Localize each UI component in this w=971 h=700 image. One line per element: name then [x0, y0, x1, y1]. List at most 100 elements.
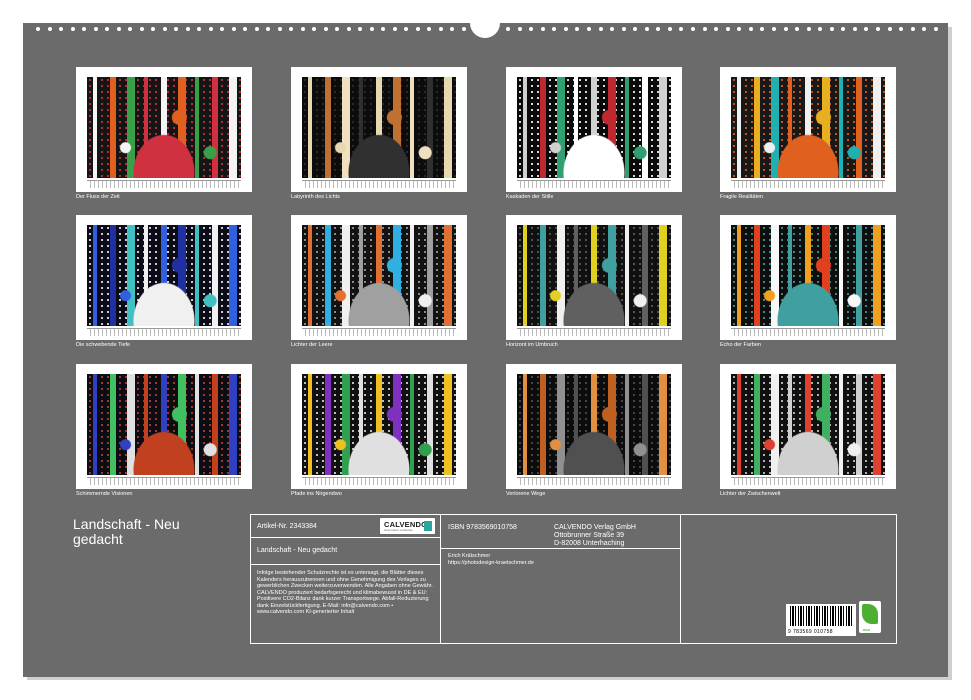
month-calendar-strip: [302, 180, 456, 188]
month-caption: Die schwebende Tiefe: [76, 342, 131, 348]
binding-hole: [116, 27, 121, 31]
month-artwork: [302, 225, 456, 326]
month-artwork: [87, 77, 241, 178]
binding-hole: [197, 27, 201, 31]
binding-hole: [300, 27, 305, 31]
binding-hole: [852, 27, 857, 31]
binding-hole: [404, 27, 408, 31]
binding-hole: [59, 27, 63, 31]
binding-hole: [450, 27, 454, 31]
binding-hole: [598, 27, 603, 31]
binding-hole: [105, 27, 109, 31]
month-caption: Verlorene Wege: [506, 491, 546, 497]
binding-hole: [783, 27, 788, 31]
binding-hole: [679, 27, 684, 31]
month-artwork: [731, 225, 885, 326]
month-thumbnail: [291, 67, 467, 192]
binding-hole: [771, 27, 776, 31]
month-thumbnail: [720, 364, 896, 489]
month-calendar-strip: [517, 180, 671, 188]
month-caption: Kaskaden der Stille: [506, 194, 554, 200]
info-divider-2: [680, 515, 681, 643]
binding-hole: [575, 27, 580, 31]
product-title: Landschaft - Neu gedacht: [257, 547, 338, 554]
month-calendar-strip: [87, 180, 241, 188]
eco-label-text: eco: [863, 627, 870, 632]
binding-hole: [876, 27, 880, 31]
binding-hole: [381, 27, 385, 31]
publisher-street: Ottobrunner Straße 39: [554, 532, 625, 539]
binding-hole: [70, 27, 75, 31]
month-thumbnail: [76, 215, 252, 340]
binding-hole: [438, 27, 443, 31]
binding-hole: [427, 27, 431, 31]
binding-hole: [795, 27, 800, 31]
binding-hole: [806, 27, 811, 31]
binding-hole: [335, 27, 339, 31]
month-calendar-strip: [731, 328, 885, 336]
binding-hole: [266, 27, 270, 31]
binding-hole: [563, 27, 568, 31]
binding-hole: [162, 27, 167, 31]
publisher-city: D-82008 Unterhaching: [554, 540, 625, 547]
binding-hole: [208, 27, 213, 31]
month-artwork: [517, 374, 671, 475]
month-caption: Lichter der Leere: [291, 342, 333, 348]
binding-hole: [621, 27, 626, 31]
binding-hole: [369, 27, 374, 31]
month-caption: Lichter der Zwischenwelt: [720, 491, 781, 497]
month-thumbnail: [506, 67, 682, 192]
month-calendar-strip: [87, 328, 241, 336]
binding-hole: [829, 27, 834, 31]
binding-hole: [36, 27, 40, 31]
binding-hole: [415, 27, 420, 31]
page-shadow-right: [948, 27, 952, 679]
month-artwork: [87, 374, 241, 475]
eco-label: eco: [859, 601, 881, 633]
binding-hole: [933, 27, 938, 31]
binding-hole: [529, 27, 534, 31]
binding-hole: [289, 27, 293, 31]
binding-hole: [312, 27, 316, 31]
month-thumbnail: [291, 215, 467, 340]
month-caption: Pfade ins Nirgendwo: [291, 491, 342, 497]
binding-hole: [139, 27, 144, 31]
month-caption: Fragile Realitäten: [720, 194, 764, 200]
calvendo-tagline: Gute Ideen verbreiten: [384, 528, 414, 532]
binding-hole: [151, 27, 155, 31]
binding-hole: [185, 27, 190, 31]
binding-hole: [922, 27, 927, 31]
month-calendar-strip: [302, 328, 456, 336]
binding-hole: [254, 27, 259, 31]
spiral-binding-left: [36, 27, 466, 33]
binding-hole: [323, 27, 328, 31]
binding-hole: [899, 27, 904, 31]
info-rule-1: [251, 537, 440, 538]
binding-hole: [552, 27, 557, 31]
binding-hole: [644, 27, 649, 31]
month-artwork: [302, 77, 456, 178]
author-name: Erich Krätschmer: [448, 553, 491, 559]
month-calendar-strip: [517, 477, 671, 485]
product-info-box: Artikel-Nr. 2343384 CALVENDO Gute Ideen …: [250, 514, 897, 644]
binding-hole: [47, 27, 52, 31]
author-url: https://photodesign-kraetschmer.de: [448, 560, 534, 566]
binding-hole: [231, 27, 236, 31]
barcode-number: 9 783569 010758: [788, 629, 833, 635]
binding-hole: [737, 27, 742, 31]
binding-hole: [586, 27, 591, 31]
month-artwork: [731, 374, 885, 475]
month-calendar-strip: [731, 180, 885, 188]
binding-hole: [220, 27, 224, 31]
month-thumbnail: [76, 364, 252, 489]
binding-hole: [346, 27, 351, 31]
binding-hole: [910, 27, 915, 31]
month-thumbnail: [506, 364, 682, 489]
binding-hole: [702, 27, 707, 31]
binding-hole: [818, 27, 823, 31]
binding-hole: [243, 27, 247, 31]
binding-hole: [506, 27, 510, 31]
binding-hole: [864, 27, 869, 31]
binding-hole: [93, 27, 98, 31]
binding-hole: [656, 27, 661, 31]
